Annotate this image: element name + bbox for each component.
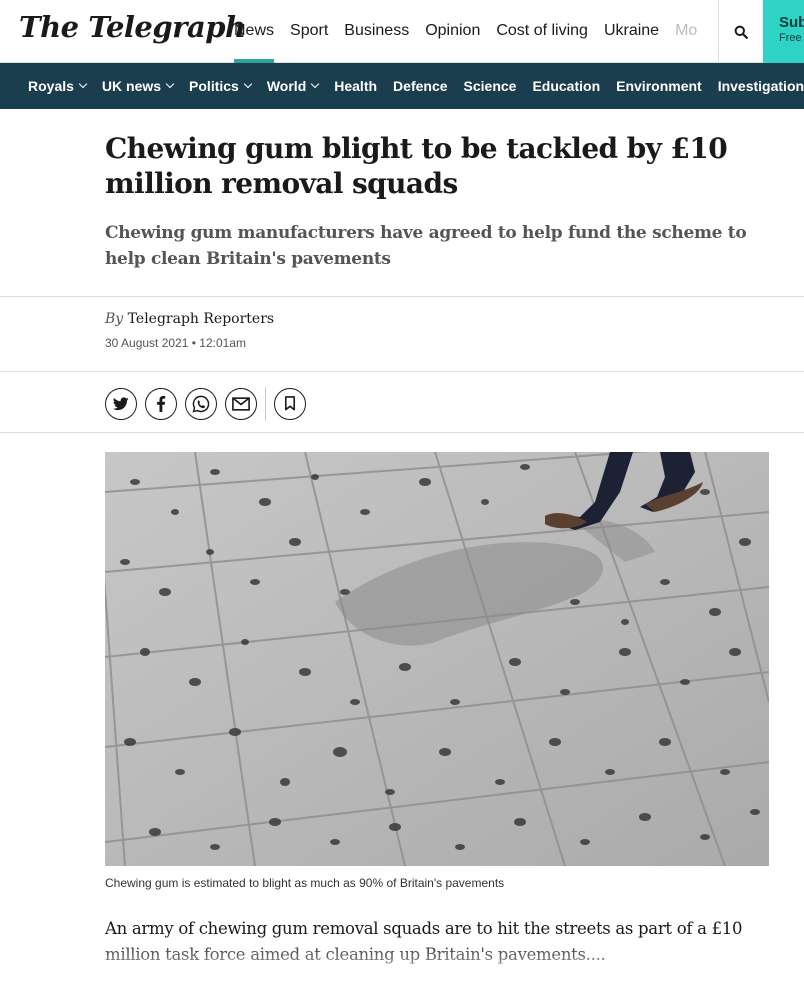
section-item-royals[interactable]: Royals [20,63,94,109]
email-icon [232,396,250,411]
share-separator [265,386,266,421]
byline: By Telegraph Reporters [105,311,274,327]
chevron-down-icon [243,79,253,89]
subscribe-title: Sub [779,14,804,31]
telegraph-logo[interactable]: The Telegraph [19,10,246,44]
chevron-down-icon [78,79,88,89]
section-item-label: Politics [189,78,239,94]
divider [0,296,804,297]
section-item-environment[interactable]: Environment [608,63,710,109]
section-item-label: Health [334,78,378,94]
pavement-photo [105,452,769,866]
article-headline: Chewing gum blight to be tackled by £10 … [105,132,728,200]
bookmark-icon [284,396,296,411]
section-item-label: Defence [393,78,448,94]
share-twitter-button[interactable] [105,387,137,420]
section-item-investigations[interactable]: Investigations [710,63,804,109]
chevron-down-icon [165,79,175,89]
article-hero-image [105,452,769,866]
section-item-label: Science [463,78,517,94]
section-item-health[interactable]: Health [326,63,385,109]
section-item-label: Royals [28,78,74,94]
section-item-label: Environment [616,78,702,94]
nav-item-more[interactable]: Mo [667,0,705,63]
byline-prefix: By [105,311,124,327]
section-item-education[interactable]: Education [524,63,608,109]
section-item-label: Education [532,78,601,94]
nav-item-cost-of-living[interactable]: Cost of living [488,0,596,63]
section-item-politics[interactable]: Politics [181,63,259,109]
section-item-label: Investigations [717,78,804,94]
share-facebook-button[interactable] [145,387,177,420]
nav-item-business[interactable]: Business [336,0,417,63]
main-nav: News Sport Business Opinion Cost of livi… [226,0,705,63]
facebook-icon [157,395,166,412]
share-whatsapp-button[interactable] [185,387,217,420]
section-item-world[interactable]: World [259,63,326,109]
search-icon [734,25,748,39]
share-bar [105,386,314,421]
section-nav: Royals UK news Politics World Health Def… [0,63,804,109]
save-article-button[interactable] [274,387,306,420]
divider [0,371,804,372]
chevron-down-icon [311,79,320,89]
section-item-label: World [266,78,307,94]
paywall-fade [0,945,804,982]
share-email-button[interactable] [225,387,257,420]
author-link[interactable]: Telegraph Reporters [128,311,274,327]
whatsapp-icon [192,395,210,413]
search-button[interactable] [718,0,763,63]
nav-item-news[interactable]: News [226,0,282,63]
twitter-icon [113,396,129,410]
nav-item-sport[interactable]: Sport [282,0,336,63]
image-caption: Chewing gum is estimated to blight as mu… [105,876,505,890]
subscribe-subtitle: Free [779,32,802,44]
section-item-label: UK news [101,78,162,94]
top-header: The Telegraph News Sport Business Opinio… [0,0,804,63]
nav-item-opinion[interactable]: Opinion [417,0,488,63]
nav-item-ukraine[interactable]: Ukraine [596,0,667,63]
divider [0,432,804,433]
publish-date: 30 August 2021 • 12:01am [105,336,246,350]
subscribe-button[interactable]: Sub Free [763,0,804,63]
section-item-defence[interactable]: Defence [385,63,455,109]
section-item-uk-news[interactable]: UK news [94,63,181,109]
section-item-science[interactable]: Science [456,63,525,109]
article-standfirst: Chewing gum manufacturers have agreed to… [105,223,747,269]
